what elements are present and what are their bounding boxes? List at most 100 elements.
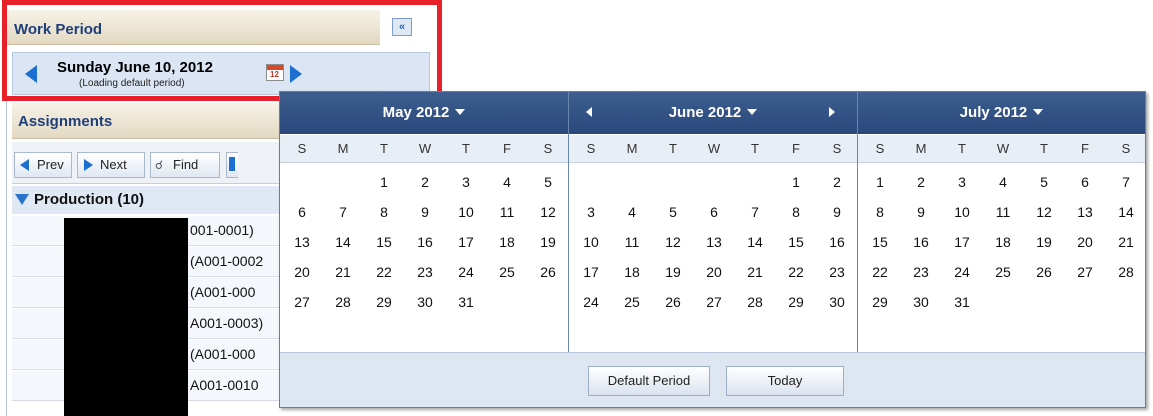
calendar-day[interactable]: 12 [1026,204,1062,220]
calendar-day[interactable]: 18 [985,234,1021,250]
calendar-day[interactable]: 25 [985,264,1021,280]
calendar-day[interactable]: 19 [655,264,691,280]
calendar-day[interactable]: 8 [862,204,898,220]
calendar-day[interactable]: 4 [489,174,525,190]
calendar-day[interactable]: 5 [655,204,691,220]
month-title-dropdown[interactable]: June 2012 [569,104,857,121]
calendar-day[interactable]: 11 [614,234,650,250]
calendar-day[interactable]: 25 [489,264,525,280]
calendar-day[interactable]: 6 [696,204,732,220]
calendar-day[interactable]: 19 [1026,234,1062,250]
prev-button[interactable]: Prev [14,152,72,178]
prev-day-arrow-icon[interactable] [25,65,37,83]
calendar-day[interactable]: 23 [407,264,443,280]
calendar-day[interactable]: 9 [819,204,855,220]
calendar-day[interactable]: 12 [530,204,566,220]
calendar-day[interactable]: 16 [407,234,443,250]
calendar-day[interactable]: 2 [819,174,855,190]
calendar-day[interactable]: 1 [366,174,402,190]
calendar-day[interactable]: 1 [862,174,898,190]
calendar-day[interactable]: 13 [696,234,732,250]
calendar-day[interactable]: 14 [737,234,773,250]
calendar-day[interactable]: 11 [489,204,525,220]
calendar-icon[interactable]: 12 [266,64,284,81]
calendar-day[interactable]: 24 [944,264,980,280]
month-title-dropdown[interactable]: July 2012 [858,104,1145,121]
calendar-day[interactable]: 29 [366,294,402,310]
calendar-day[interactable]: 16 [903,234,939,250]
calendar-day[interactable]: 18 [614,264,650,280]
calendar-day[interactable]: 30 [903,294,939,310]
next-day-arrow-icon[interactable] [290,65,302,83]
calendar-day[interactable]: 24 [448,264,484,280]
calendar-day[interactable]: 17 [573,264,609,280]
calendar-day[interactable]: 17 [944,234,980,250]
calendar-day[interactable]: 4 [985,174,1021,190]
today-button[interactable]: Today [726,366,844,396]
more-button[interactable] [226,152,238,178]
calendar-day[interactable]: 5 [530,174,566,190]
calendar-day[interactable]: 7 [325,204,361,220]
calendar-day[interactable]: 21 [737,264,773,280]
calendar-day[interactable]: 27 [696,294,732,310]
calendar-day[interactable]: 30 [407,294,443,310]
month-title-dropdown[interactable]: May 2012 [280,104,568,121]
calendar-day[interactable]: 27 [284,294,320,310]
calendar-day[interactable]: 26 [530,264,566,280]
calendar-day[interactable]: 14 [1108,204,1144,220]
calendar-day[interactable]: 2 [903,174,939,190]
calendar-day[interactable]: 25 [614,294,650,310]
calendar-day[interactable]: 9 [903,204,939,220]
calendar-day[interactable]: 9 [407,204,443,220]
calendar-day[interactable]: 28 [325,294,361,310]
calendar-day[interactable]: 23 [903,264,939,280]
calendar-day[interactable]: 29 [862,294,898,310]
default-period-button[interactable]: Default Period [588,366,710,396]
calendar-day[interactable]: 31 [944,294,980,310]
calendar-day[interactable]: 2 [407,174,443,190]
calendar-day[interactable]: 20 [1067,234,1103,250]
calendar-day[interactable]: 20 [284,264,320,280]
calendar-day[interactable]: 28 [737,294,773,310]
calendar-day[interactable]: 22 [778,264,814,280]
calendar-day[interactable]: 5 [1026,174,1062,190]
calendar-day[interactable]: 12 [655,234,691,250]
calendar-day[interactable]: 6 [284,204,320,220]
calendar-day[interactable]: 31 [448,294,484,310]
calendar-day[interactable]: 26 [655,294,691,310]
calendar-day[interactable]: 8 [366,204,402,220]
calendar-day[interactable]: 1 [778,174,814,190]
calendar-day[interactable]: 15 [862,234,898,250]
calendar-day[interactable]: 3 [944,174,980,190]
calendar-day[interactable]: 11 [985,204,1021,220]
calendar-day[interactable]: 16 [819,234,855,250]
calendar-day[interactable]: 20 [696,264,732,280]
calendar-day[interactable]: 27 [1067,264,1103,280]
calendar-day[interactable]: 10 [573,234,609,250]
calendar-day[interactable]: 29 [778,294,814,310]
group-production[interactable]: Production (10) [12,186,282,214]
next-month-arrow-icon[interactable] [829,107,835,117]
collapse-icon[interactable]: « [392,18,412,36]
calendar-day[interactable]: 24 [573,294,609,310]
calendar-day[interactable]: 6 [1067,174,1103,190]
calendar-day[interactable]: 15 [366,234,402,250]
calendar-day[interactable]: 19 [530,234,566,250]
calendar-day[interactable]: 8 [778,204,814,220]
calendar-day[interactable]: 18 [489,234,525,250]
calendar-day[interactable]: 13 [1067,204,1103,220]
calendar-day[interactable]: 26 [1026,264,1062,280]
next-button[interactable]: Next [77,152,145,178]
calendar-day[interactable]: 21 [325,264,361,280]
find-button[interactable]: ☌ Find [150,152,220,178]
calendar-day[interactable]: 7 [1108,174,1144,190]
calendar-day[interactable]: 13 [284,234,320,250]
calendar-day[interactable]: 22 [366,264,402,280]
calendar-day[interactable]: 10 [448,204,484,220]
calendar-day[interactable]: 14 [325,234,361,250]
calendar-day[interactable]: 17 [448,234,484,250]
calendar-day[interactable]: 28 [1108,264,1144,280]
calendar-day[interactable]: 10 [944,204,980,220]
calendar-day[interactable]: 4 [614,204,650,220]
calendar-day[interactable]: 30 [819,294,855,310]
